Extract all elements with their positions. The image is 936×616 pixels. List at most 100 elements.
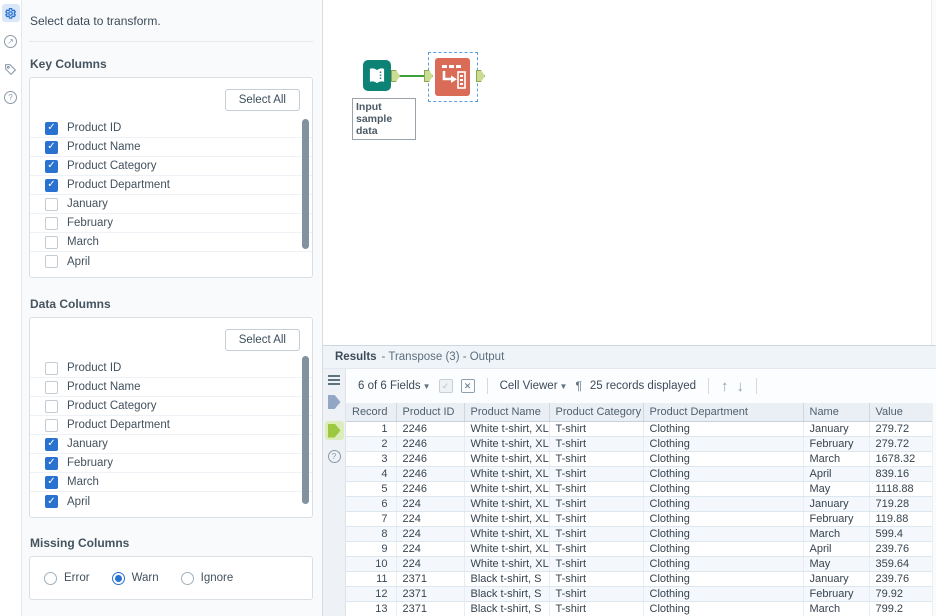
- help-icon[interactable]: ?: [328, 450, 341, 463]
- data-column-row[interactable]: Product Name: [30, 378, 312, 397]
- data-columns-box: Select All Product ID Product Name Produ…: [29, 317, 313, 518]
- key-column-row[interactable]: ✓Product Name: [30, 138, 312, 157]
- column-header[interactable]: Product ID: [396, 403, 464, 421]
- column-header[interactable]: Name: [803, 403, 869, 421]
- data-column-row[interactable]: Product Department: [30, 416, 312, 435]
- checkbox-checked-icon[interactable]: ✓: [45, 160, 58, 173]
- data-column-row[interactable]: ✓March: [30, 473, 312, 492]
- table-row[interactable]: 132371Black t-shirt, ST-shirtClothingMar…: [346, 601, 932, 616]
- radio-unselected-icon[interactable]: [181, 572, 194, 585]
- table-row[interactable]: 9224White t-shirt, XLT-shirtClothingApri…: [346, 541, 932, 556]
- chevron-down-icon: ▼: [560, 382, 568, 391]
- checkbox-checked-icon[interactable]: ✓: [45, 457, 58, 470]
- checkbox-unchecked-icon[interactable]: [45, 400, 58, 413]
- input-tool-output-anchor[interactable]: [391, 70, 400, 82]
- results-grid-container: Record Product ID Product Name Product C…: [346, 403, 936, 616]
- pilcrow-icon[interactable]: ¶: [575, 379, 581, 393]
- missing-columns-option-ignore[interactable]: Ignore: [181, 572, 234, 585]
- checkbox-checked-icon[interactable]: ✓: [45, 476, 58, 489]
- table-row[interactable]: 7224White t-shirt, XLT-shirtClothingFebr…: [346, 511, 932, 526]
- input-anchor-icon[interactable]: [328, 395, 341, 409]
- data-columns-list: Product ID Product Name Product Category…: [30, 359, 312, 517]
- cancel-x-icon[interactable]: ✕: [461, 379, 475, 393]
- checkbox-unchecked-icon[interactable]: [45, 362, 58, 375]
- table-row[interactable]: 42246White t-shirt, XLT-shirtClothingApr…: [346, 466, 932, 481]
- column-header[interactable]: Product Category: [549, 403, 643, 421]
- missing-columns-label: Missing Columns: [30, 536, 313, 550]
- key-column-row[interactable]: April: [30, 252, 312, 271]
- data-column-row[interactable]: Product ID: [30, 359, 312, 378]
- arrow-up-icon[interactable]: ↑: [721, 379, 729, 394]
- radio-unselected-icon[interactable]: [44, 572, 57, 585]
- table-row[interactable]: 112371Black t-shirt, ST-shirtClothingJan…: [346, 571, 932, 586]
- key-columns-scrollbar[interactable]: [302, 119, 309, 249]
- checkbox-unchecked-icon[interactable]: [45, 381, 58, 394]
- workflow-canvas[interactable]: Input sample data: [323, 0, 936, 345]
- records-displayed-text: 25 records displayed: [590, 380, 696, 392]
- data-column-row[interactable]: ✓February: [30, 454, 312, 473]
- help-icon[interactable]: ?: [2, 88, 20, 106]
- data-column-row[interactable]: ✓January: [30, 435, 312, 454]
- transpose-glyph-icon: [435, 58, 470, 96]
- data-columns-select-all-button[interactable]: Select All: [225, 329, 300, 351]
- checkbox-unchecked-icon[interactable]: [45, 255, 58, 268]
- checkbox-checked-icon[interactable]: ✓: [45, 495, 58, 508]
- results-header: Results - Transpose (3) - Output: [323, 346, 936, 369]
- key-column-row[interactable]: March: [30, 233, 312, 252]
- key-columns-box: Select All ✓Product ID ✓Product Name ✓Pr…: [29, 77, 313, 278]
- hamburger-icon[interactable]: [328, 375, 340, 385]
- key-column-row[interactable]: ✓Product ID: [30, 119, 312, 138]
- key-columns-select-all-button[interactable]: Select All: [225, 89, 300, 111]
- key-columns-list: ✓Product ID ✓Product Name ✓Product Categ…: [30, 119, 312, 277]
- table-row[interactable]: 8224White t-shirt, XLT-shirtClothingMarc…: [346, 526, 932, 541]
- key-columns-label: Key Columns: [30, 57, 313, 71]
- data-column-row[interactable]: ✓April: [30, 492, 312, 511]
- key-column-row[interactable]: ✓Product Category: [30, 157, 312, 176]
- canvas-scrollbar[interactable]: [931, 0, 936, 345]
- cell-viewer-dropdown[interactable]: Cell Viewer▼: [500, 380, 568, 392]
- fields-dropdown[interactable]: 6 of 6 Fields▼: [358, 380, 431, 392]
- column-header[interactable]: Record: [346, 403, 396, 421]
- table-row[interactable]: 12246White t-shirt, XLT-shirtClothingJan…: [346, 421, 932, 436]
- data-column-row[interactable]: Product Category: [30, 397, 312, 416]
- missing-columns-option-error[interactable]: Error: [44, 572, 90, 585]
- output-anchor-selected[interactable]: [325, 421, 344, 440]
- checkbox-checked-icon[interactable]: ✓: [45, 438, 58, 451]
- key-column-row[interactable]: February: [30, 214, 312, 233]
- input-data-tool-icon[interactable]: [363, 60, 391, 91]
- checkbox-unchecked-icon[interactable]: [45, 217, 58, 230]
- data-columns-scrollbar[interactable]: [302, 356, 309, 504]
- config-instruction: Select data to transform.: [29, 0, 313, 28]
- results-subtitle: - Transpose (3) - Output: [382, 351, 505, 363]
- apply-check-icon[interactable]: ✓: [439, 379, 453, 393]
- table-row[interactable]: 10224White t-shirt, XLT-shirtClothingMay…: [346, 556, 932, 571]
- checkbox-unchecked-icon[interactable]: [45, 198, 58, 211]
- checkbox-checked-icon[interactable]: ✓: [45, 179, 58, 192]
- missing-columns-option-warn[interactable]: Warn: [112, 572, 159, 585]
- missing-columns-box: Error Warn Ignore: [29, 556, 313, 600]
- column-header[interactable]: Value: [869, 403, 932, 421]
- checkbox-unchecked-icon[interactable]: [45, 419, 58, 432]
- transpose-tool-output-anchor[interactable]: [476, 70, 485, 82]
- key-column-row[interactable]: ✓Product Department: [30, 176, 312, 195]
- results-grid-scrollbar[interactable]: [932, 403, 936, 616]
- results-panel: Results - Transpose (3) - Output ? 6 of …: [323, 345, 936, 616]
- column-header[interactable]: Product Department: [643, 403, 803, 421]
- checkbox-checked-icon[interactable]: ✓: [45, 141, 58, 154]
- key-column-row[interactable]: January: [30, 195, 312, 214]
- checkbox-unchecked-icon[interactable]: [45, 236, 58, 249]
- checkbox-checked-icon[interactable]: ✓: [45, 122, 58, 135]
- circle-arrow-icon[interactable]: ↗: [2, 32, 20, 50]
- input-tool-annotation[interactable]: Input sample data: [352, 98, 416, 140]
- arrow-down-icon[interactable]: ↓: [737, 379, 745, 394]
- table-row[interactable]: 52246White t-shirt, XLT-shirtClothingMay…: [346, 481, 932, 496]
- radio-selected-icon[interactable]: [112, 572, 125, 585]
- table-row[interactable]: 32246White t-shirt, XLT-shirtClothingMar…: [346, 451, 932, 466]
- transpose-tool-icon[interactable]: [435, 58, 470, 96]
- table-row[interactable]: 122371Black t-shirt, ST-shirtClothingFeb…: [346, 586, 932, 601]
- gear-icon[interactable]: [2, 4, 20, 22]
- table-row[interactable]: 22246White t-shirt, XLT-shirtClothingFeb…: [346, 436, 932, 451]
- tag-icon[interactable]: [2, 60, 20, 78]
- table-row[interactable]: 6224White t-shirt, XLT-shirtClothingJanu…: [346, 496, 932, 511]
- column-header[interactable]: Product Name: [464, 403, 549, 421]
